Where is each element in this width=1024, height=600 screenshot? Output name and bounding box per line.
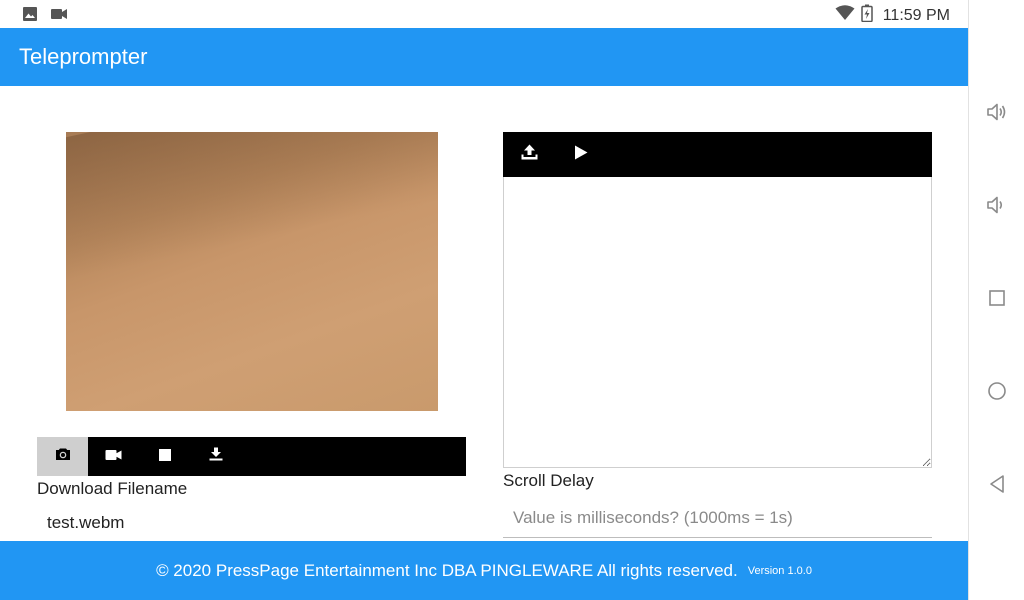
battery-charging-icon — [860, 4, 873, 27]
version-text: Version 1.0.0 — [747, 564, 812, 577]
recents-button[interactable] — [985, 288, 1009, 312]
volume-up-button[interactable] — [985, 102, 1009, 126]
upload-script-button[interactable] — [503, 132, 555, 177]
record-video-button[interactable] — [88, 437, 139, 476]
status-time: 11:59 PM — [882, 6, 950, 24]
play-script-button[interactable] — [555, 132, 607, 177]
download-icon — [209, 447, 223, 466]
play-icon — [574, 145, 588, 165]
home-button[interactable] — [985, 381, 1009, 405]
video-camera-icon — [105, 448, 122, 466]
scroll-delay-input[interactable] — [503, 498, 932, 538]
camera-preview — [66, 132, 438, 411]
copyright-text: © 2020 PressPage Entertainment Inc DBA P… — [156, 560, 738, 580]
status-left — [22, 6, 68, 27]
status-bar: 11:59 PM — [0, 0, 968, 28]
home-icon — [987, 381, 1007, 406]
scroll-delay-label: Scroll Delay — [503, 471, 594, 490]
download-filename-label: Download Filename — [37, 479, 188, 498]
wifi-icon — [835, 5, 855, 26]
script-textarea[interactable] — [503, 177, 932, 468]
upload-icon — [521, 144, 538, 165]
navigation-bar — [968, 0, 1024, 600]
volume-down-button[interactable] — [985, 195, 1009, 219]
camera-toolbar — [37, 437, 466, 476]
status-right: 11:59 PM — [835, 4, 950, 27]
volume-down-icon — [986, 195, 1008, 220]
image-icon — [22, 6, 38, 27]
app-bar: Teleprompter — [0, 28, 968, 86]
photo-camera-icon — [55, 447, 71, 466]
stop-icon — [158, 448, 171, 466]
volume-up-icon — [986, 102, 1008, 127]
script-toolbar — [503, 132, 932, 177]
back-icon — [988, 474, 1006, 499]
recents-icon — [988, 289, 1006, 312]
app-title: Teleprompter — [19, 44, 148, 69]
take-photo-button[interactable] — [37, 437, 88, 476]
back-button[interactable] — [985, 474, 1009, 498]
download-button[interactable] — [190, 437, 241, 476]
video-camera-icon — [50, 7, 68, 26]
download-filename-field[interactable]: test.webm — [47, 513, 124, 533]
stop-button[interactable] — [139, 437, 190, 476]
footer: © 2020 PressPage Entertainment Inc DBA P… — [0, 541, 968, 600]
